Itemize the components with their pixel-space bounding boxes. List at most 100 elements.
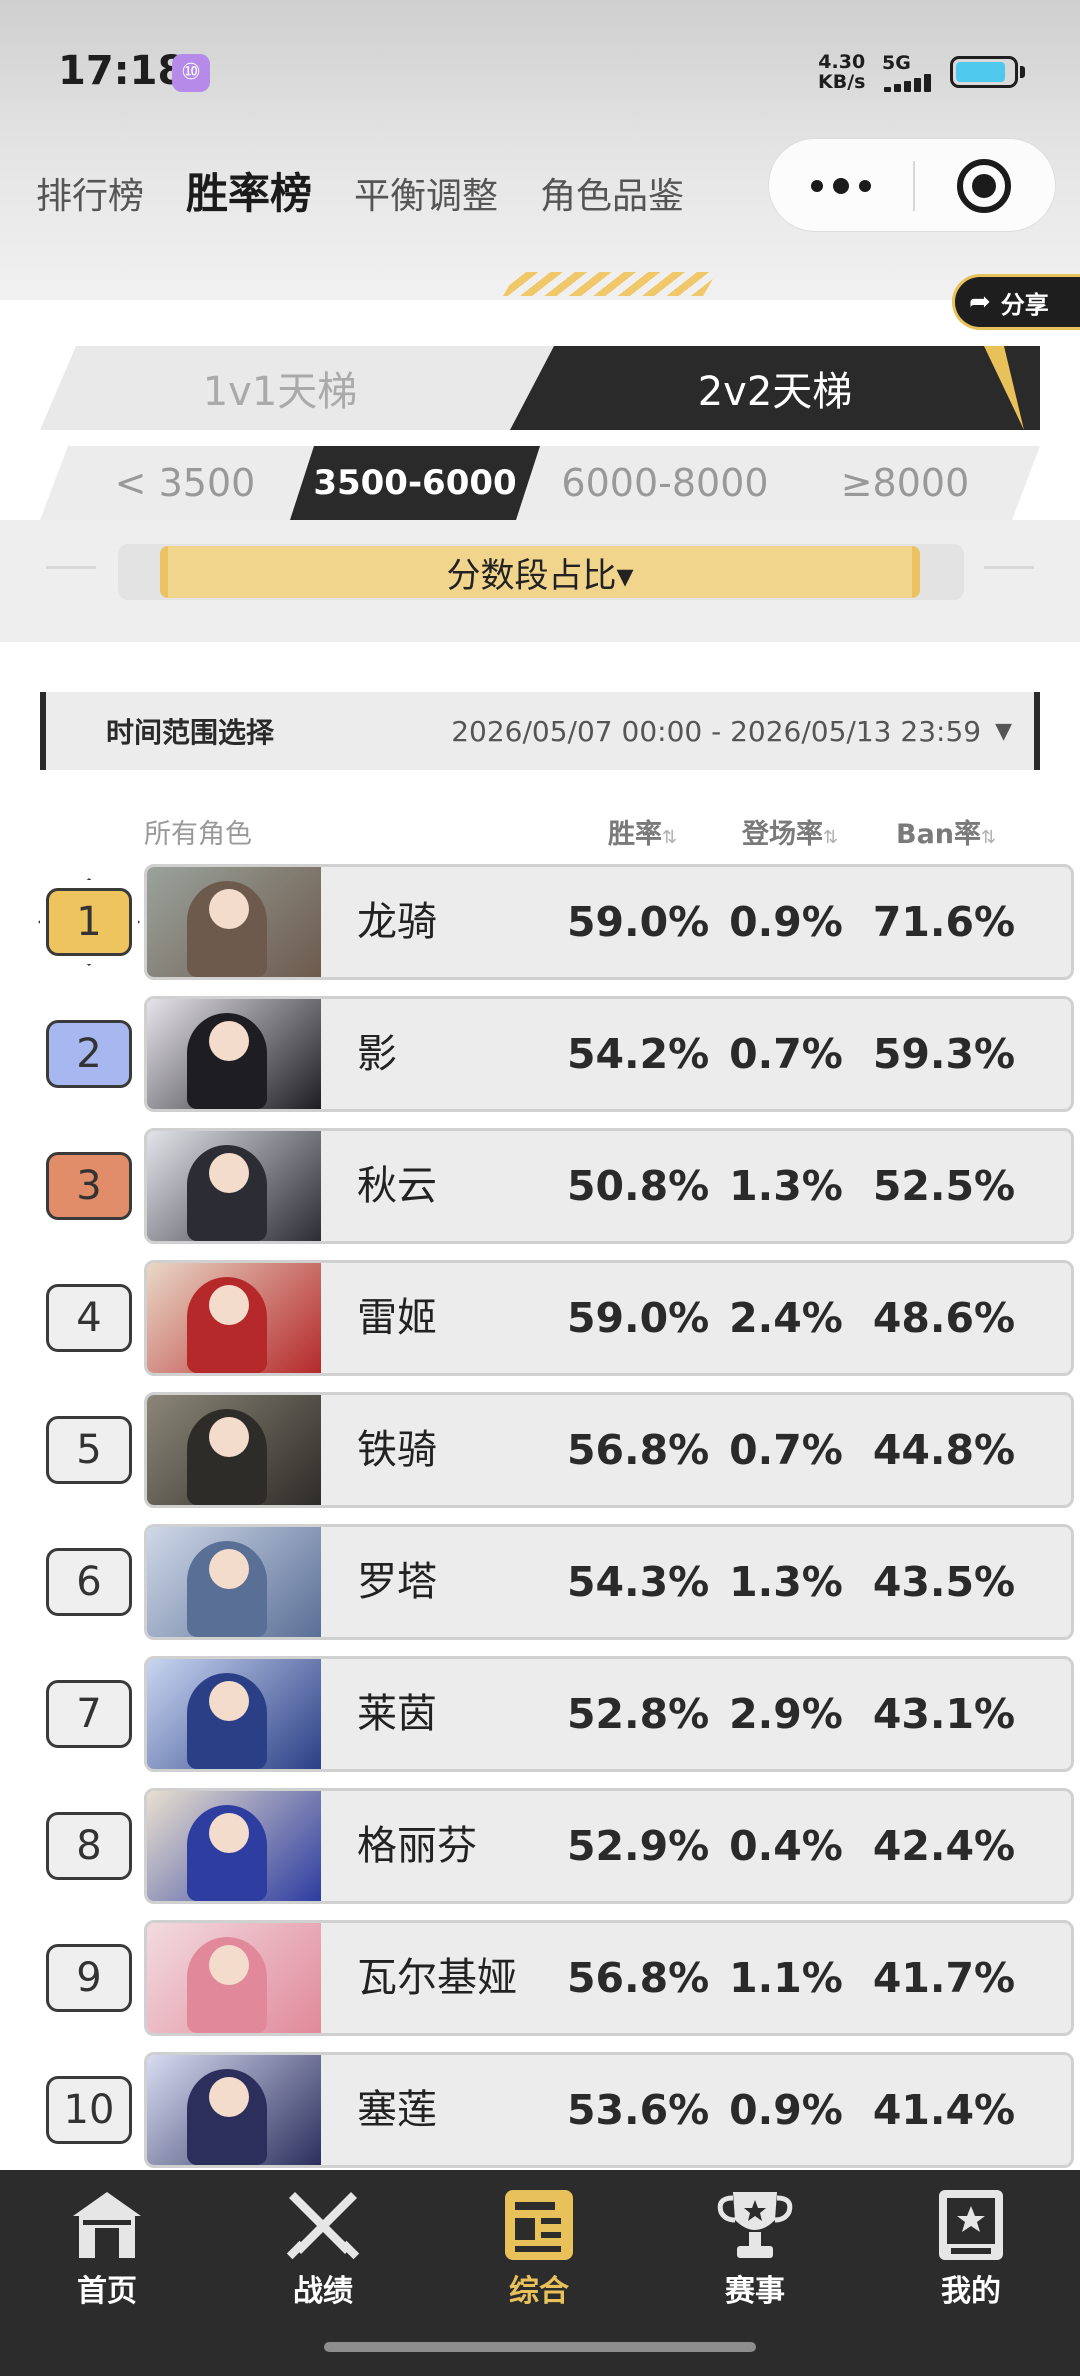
table-row[interactable]: 1 龙骑 59.0% 0.9% 71.6%: [38, 864, 1074, 980]
ban-rate-value: 43.5%: [872, 1558, 1016, 1606]
character-card[interactable]: 格丽芬 52.9% 0.4% 42.4%: [144, 1788, 1074, 1904]
table-row[interactable]: 8 格丽芬 52.9% 0.4% 42.4%: [40, 1788, 1074, 1904]
win-rate-value: 52.8%: [567, 1690, 710, 1738]
top-nav-character-review[interactable]: 角色品鉴: [540, 167, 684, 219]
ban-rate-value: 71.6%: [872, 898, 1016, 946]
ban-rate-value: 41.4%: [872, 2086, 1016, 2134]
battery-level: [956, 62, 1006, 82]
rank-badge: 5: [46, 1416, 132, 1484]
status-bar: 17:18 ⑩ 4.30 KB/s 5G: [0, 0, 1080, 140]
character-name: 塞莲: [357, 2087, 437, 2133]
character-portrait: [147, 1659, 321, 1769]
top-nav-ranking[interactable]: 排行榜: [36, 167, 144, 219]
character-card[interactable]: 龙骑 59.0% 0.9% 71.6%: [144, 864, 1074, 980]
deco-line-right: [984, 566, 1034, 569]
home-gate-icon: [73, 2192, 141, 2258]
portrait-head: [209, 1813, 249, 1853]
table-row[interactable]: 4 雷姬 59.0% 2.4% 48.6%: [40, 1260, 1074, 1376]
character-card[interactable]: 秋云 50.8% 1.3% 52.5%: [144, 1128, 1074, 1244]
header-all-characters[interactable]: 所有角色: [144, 812, 252, 852]
time-range-label: 时间范围选择: [106, 716, 275, 749]
nav-overview-label: 综合: [509, 2274, 569, 2309]
nav-overview[interactable]: 综合: [464, 2186, 614, 2310]
share-arrow-icon: ➦: [969, 287, 991, 317]
table-row[interactable]: 2 影 54.2% 0.7% 59.3%: [40, 996, 1074, 1112]
nav-profile[interactable]: 我的: [896, 2186, 1046, 2310]
portrait-head: [209, 1681, 249, 1721]
tab-score-3500-6000[interactable]: 3500-6000: [290, 446, 540, 520]
appearance-rate-value: 0.4%: [729, 1822, 843, 1870]
portrait-head: [209, 1285, 249, 1325]
character-card[interactable]: 塞莲 53.6% 0.9% 41.4%: [144, 2052, 1074, 2168]
tab-1v1-label: 1v1天梯: [202, 369, 358, 415]
tab-score-6000-8000[interactable]: 6000-8000: [540, 446, 790, 520]
character-card[interactable]: 雷姬 59.0% 2.4% 48.6%: [144, 1260, 1074, 1376]
top-nav-balance[interactable]: 平衡调整: [354, 167, 498, 219]
rank-badge: 4: [46, 1284, 132, 1352]
tab-score-below-3500[interactable]: < 3500: [70, 446, 300, 520]
nav-events-label: 赛事: [725, 2274, 785, 2309]
tab-2v2-ladder[interactable]: 2v2天梯: [510, 346, 1040, 430]
portrait-head: [209, 1549, 249, 1589]
deco-line-left: [46, 566, 96, 569]
more-icon[interactable]: [769, 139, 913, 233]
rank-badge: 10: [46, 2076, 132, 2144]
win-rate-value: 54.2%: [567, 1030, 710, 1078]
ban-rate-value: 48.6%: [872, 1294, 1016, 1342]
character-portrait: [147, 1395, 321, 1505]
mode-tabs: 1v1天梯 2v2天梯: [40, 346, 1040, 430]
time-range-value: 2026/05/07 00:00 - 2026/05/13 23:59: [451, 714, 982, 748]
sort-icon: ⇅: [662, 827, 678, 848]
table-row[interactable]: 6 罗塔 54.3% 1.3% 43.5%: [40, 1524, 1074, 1640]
character-name: 瓦尔基娅: [357, 1955, 517, 2001]
character-card[interactable]: 铁骑 56.8% 0.7% 44.8%: [144, 1392, 1074, 1508]
table-row[interactable]: 7 莱茵 52.8% 2.9% 43.1%: [40, 1656, 1074, 1772]
nav-home[interactable]: 首页: [32, 2186, 182, 2310]
top-nav-win-rate[interactable]: 胜率榜: [186, 160, 312, 221]
character-portrait: [147, 1527, 321, 1637]
tab-1v1-ladder[interactable]: 1v1天梯: [40, 346, 560, 430]
score-distribution-button[interactable]: 分数段占比▾: [160, 546, 920, 598]
table-row[interactable]: 5 铁骑 56.8% 0.7% 44.8%: [40, 1392, 1074, 1508]
rank-badge: 7: [46, 1680, 132, 1748]
rank-badge: 8: [46, 1812, 132, 1880]
character-card[interactable]: 影 54.2% 0.7% 59.3%: [144, 996, 1074, 1112]
character-portrait: [147, 2055, 321, 2165]
win-rate-value: 53.6%: [567, 2086, 710, 2134]
sort-icon: ⇅: [823, 827, 839, 848]
character-portrait: [147, 1923, 321, 2033]
header-ban-rate[interactable]: Ban率⇅: [896, 812, 996, 852]
network-speed-value: 4.30: [818, 51, 866, 73]
header-ban-rate-label: Ban率: [896, 819, 982, 850]
caret-down-icon: ▼: [995, 718, 1012, 744]
win-rate-value: 54.3%: [567, 1558, 710, 1606]
appearance-rate-value: 0.9%: [729, 898, 843, 946]
win-rate-value: 59.0%: [567, 898, 710, 946]
character-card[interactable]: 瓦尔基娅 56.8% 1.1% 41.7%: [144, 1920, 1074, 2036]
table-row[interactable]: 3 秋云 50.8% 1.3% 52.5%: [40, 1128, 1074, 1244]
share-button[interactable]: ➦ 分享: [952, 274, 1080, 330]
rank-badge: 1: [46, 888, 132, 956]
character-card[interactable]: 罗塔 54.3% 1.3% 43.5%: [144, 1524, 1074, 1640]
time-range-selector[interactable]: 时间范围选择 2026/05/07 00:00 - 2026/05/13 23:…: [40, 692, 1040, 770]
header-win-rate-label: 胜率: [608, 819, 662, 850]
nav-events[interactable]: 赛事: [680, 2186, 830, 2310]
table-row[interactable]: 10 塞莲 53.6% 0.9% 41.4%: [40, 2052, 1074, 2168]
appearance-rate-value: 2.4%: [729, 1294, 843, 1342]
battery-icon: [950, 56, 1018, 88]
home-indicator[interactable]: [324, 2342, 756, 2352]
capsule-divider: [913, 161, 915, 211]
character-portrait: [147, 1791, 321, 1901]
character-name: 雷姬: [357, 1295, 437, 1341]
win-rate-value: 56.8%: [567, 1426, 710, 1474]
rank-badge: 3: [46, 1152, 132, 1220]
character-card[interactable]: 莱茵 52.8% 2.9% 43.1%: [144, 1656, 1074, 1772]
nav-records[interactable]: 战绩: [248, 2186, 398, 2310]
close-target-icon[interactable]: [957, 159, 1011, 213]
profile-card-icon: [939, 2190, 1003, 2260]
header-win-rate[interactable]: 胜率⇅: [608, 812, 677, 852]
header-appearance-rate[interactable]: 登场率⇅: [742, 812, 838, 852]
tab-score-above-8000[interactable]: ≥8000: [790, 446, 1020, 520]
ban-rate-value: 42.4%: [872, 1822, 1016, 1870]
table-row[interactable]: 9 瓦尔基娅 56.8% 1.1% 41.7%: [40, 1920, 1074, 2036]
